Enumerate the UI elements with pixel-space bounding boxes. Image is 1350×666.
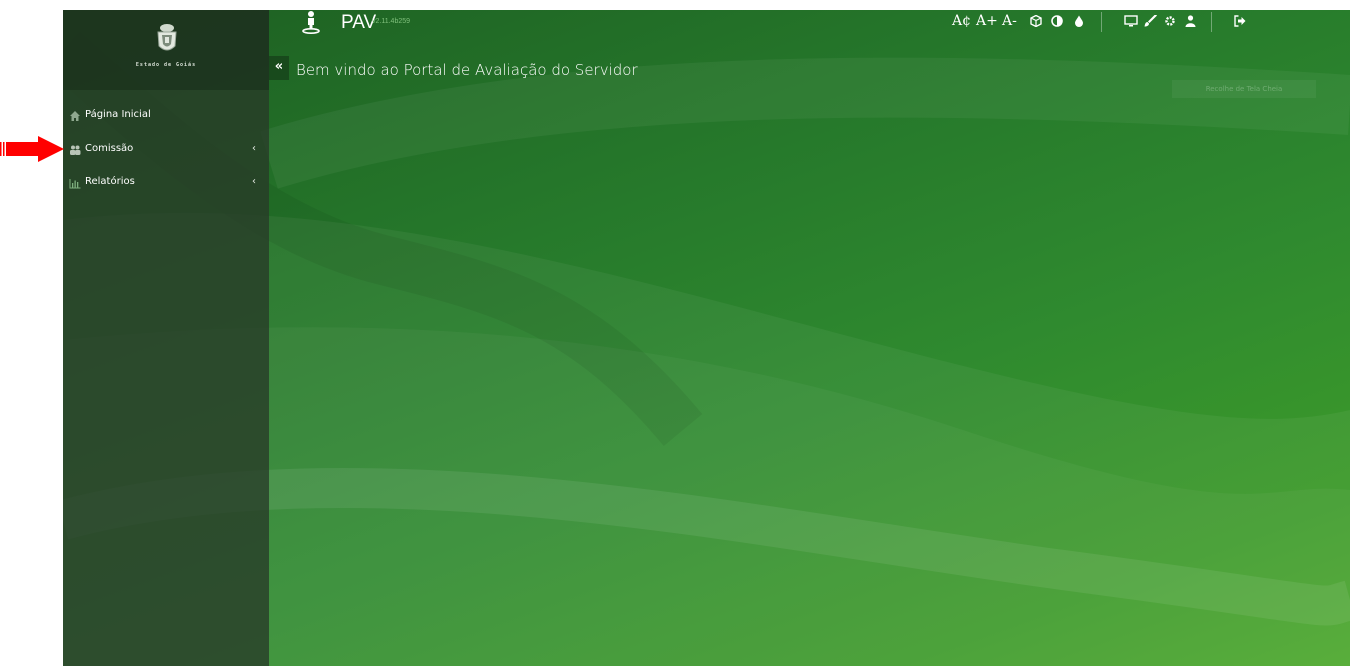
sidebar-item-relatorios[interactable]: Relatórios ‹	[63, 171, 269, 193]
sidebar-item-pagina-inicial[interactable]: Página Inicial	[63, 104, 269, 126]
logo-caption: Estado de Goiás	[135, 62, 197, 68]
toolbar-divider	[1101, 12, 1102, 32]
sidebar: Estado de Goiás Página Inicial Comissão …	[63, 10, 269, 666]
sidebar-item-comissao[interactable]: Comissão ‹	[63, 138, 269, 160]
page-title: Bem vindo ao Portal de Avaliação do Serv…	[296, 61, 638, 79]
person-pin-icon	[302, 11, 320, 34]
sidebar-collapse-button[interactable]: «	[269, 56, 289, 80]
logo-area: Estado de Goiás	[63, 10, 269, 90]
font-decrease-button[interactable]: A-	[1002, 10, 1017, 32]
app-version: v2.11.4b259	[372, 18, 411, 25]
sidebar-item-label: Comissão	[85, 143, 134, 154]
app-title: PAV	[341, 12, 377, 33]
bar-chart-icon	[69, 176, 81, 189]
chevron-left-icon: ‹	[252, 143, 256, 154]
font-reset-button[interactable]: A¢	[952, 10, 971, 32]
users-icon	[69, 143, 81, 155]
font-increase-button[interactable]: A+	[976, 10, 998, 32]
state-emblem-logo	[157, 24, 177, 51]
toolbar-divider	[1211, 12, 1212, 32]
fullscreen-tooltip: Recolhe de Tela Cheia	[1172, 80, 1316, 98]
sidebar-item-label: Página Inicial	[85, 109, 151, 120]
annotation-arrow-icon	[0, 136, 64, 162]
sidebar-item-label: Relatórios	[85, 176, 135, 187]
home-icon	[69, 109, 81, 121]
chevron-left-icon: ‹	[252, 176, 256, 187]
app-window: Estado de Goiás Página Inicial Comissão …	[63, 10, 1350, 666]
